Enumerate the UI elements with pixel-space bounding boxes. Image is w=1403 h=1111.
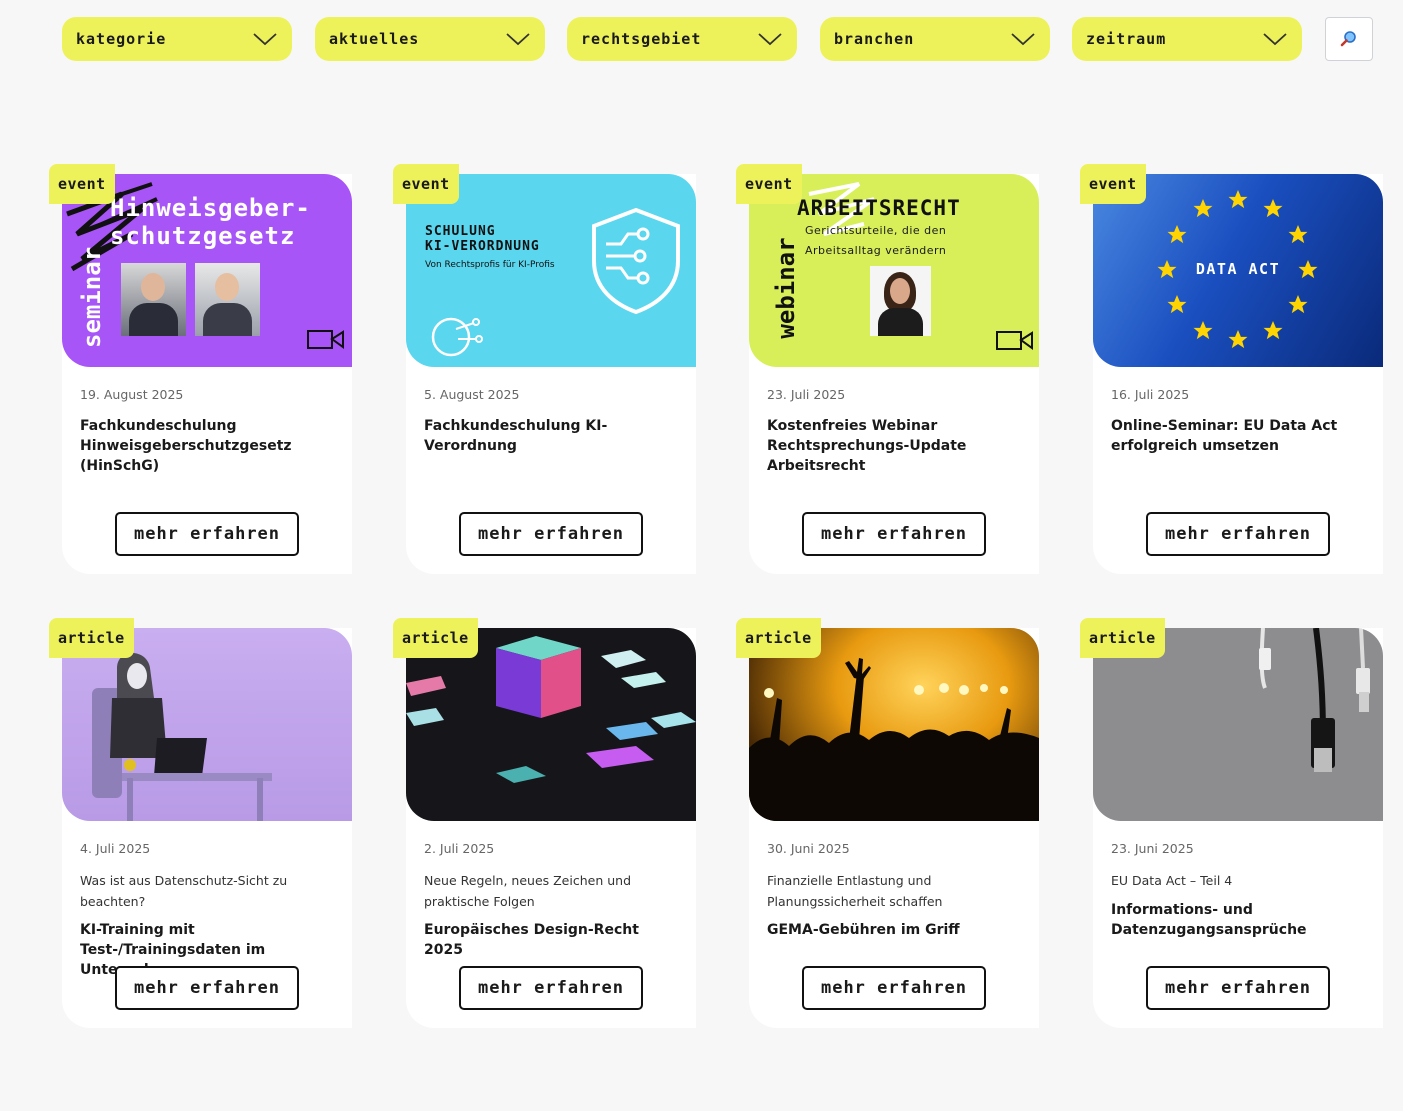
filter-zeitraum[interactable]: Zeitraum bbox=[1072, 17, 1302, 61]
card-date: 23. Juli 2025 bbox=[767, 387, 846, 402]
card-subtitle: Was ist aus Datenschutz-Sicht zu beachte… bbox=[80, 873, 288, 909]
more-button[interactable]: mehr erfahren bbox=[802, 512, 986, 556]
more-button[interactable]: mehr erfahren bbox=[459, 966, 643, 1010]
card-date: 5. August 2025 bbox=[424, 387, 520, 402]
article-card: article 23. Juni 2025 EU Data Act – Teil… bbox=[1080, 618, 1383, 1028]
chevron-down-icon bbox=[506, 33, 530, 46]
card-type-tag: event bbox=[736, 164, 802, 204]
event-card: event Schulung KI-Verordnung Von Rechtsp… bbox=[393, 164, 696, 574]
article-card: article 4. Juli 2025 Was ist aus Datensc… bbox=[49, 618, 352, 1028]
card-title: GEMA-Gebühren im Griff bbox=[767, 922, 960, 938]
card-title: Europäisches Design-Recht 2025 bbox=[424, 922, 639, 958]
card-date: 30. Juni 2025 bbox=[767, 841, 850, 856]
card-date: 4. Juli 2025 bbox=[80, 841, 151, 856]
filter-rechtsgebiet[interactable]: Rechtsgebiet bbox=[567, 17, 797, 61]
filter-bar: Kategorie Aktuelles Rechtsgebiet Branche… bbox=[62, 17, 1382, 63]
media-subline: Von Rechtsprofis für KI-Profis bbox=[425, 260, 555, 270]
speaker-photo bbox=[870, 266, 931, 336]
card-type-tag: article bbox=[49, 618, 134, 658]
filter-label: Aktuelles bbox=[329, 30, 420, 48]
card-type-tag: event bbox=[49, 164, 115, 204]
media-headline: Hinweisgeber- bbox=[110, 194, 311, 222]
chevron-down-icon bbox=[1263, 33, 1287, 46]
card-subtitle: Finanzielle Entlastung und Planungssiche… bbox=[767, 873, 943, 909]
filter-aktuelles[interactable]: Aktuelles bbox=[315, 17, 545, 61]
event-card: event Hinweisgeber- schutzgesetz seminar… bbox=[49, 164, 352, 574]
card-type-tag: event bbox=[393, 164, 459, 204]
event-card: event Data Act 16. Juli 2025 Online-Semi… bbox=[1080, 164, 1383, 574]
filter-label: Rechtsgebiet bbox=[581, 30, 702, 48]
video-camera-icon bbox=[996, 331, 1033, 350]
video-camera-icon bbox=[307, 330, 344, 349]
more-button[interactable]: mehr erfahren bbox=[115, 512, 299, 556]
filter-label: Branchen bbox=[834, 30, 915, 48]
media-headline: schutzgesetz bbox=[110, 222, 296, 250]
media-headline: Schulung bbox=[425, 224, 496, 239]
media-side-label: seminar bbox=[78, 246, 106, 348]
card-title: Kostenfreies Webinar Rechtsprechungs-Upd… bbox=[767, 418, 967, 474]
card-type-tag: article bbox=[736, 618, 821, 658]
shield-icon bbox=[592, 207, 680, 315]
more-button[interactable]: mehr erfahren bbox=[1146, 512, 1330, 556]
card-subtitle: Neue Regeln, neues Zeichen und praktisch… bbox=[424, 873, 632, 909]
more-button[interactable]: mehr erfahren bbox=[459, 512, 643, 556]
card-title: Informations- und Datenzugangsansprüche bbox=[1111, 902, 1307, 938]
speaker-photo bbox=[121, 263, 186, 336]
media-headline: Arbeitsrecht bbox=[797, 196, 961, 220]
speaker-photo bbox=[195, 263, 260, 336]
chevron-down-icon bbox=[253, 33, 277, 46]
media-subline: Gerichtsurteile, die den bbox=[805, 224, 947, 237]
event-card: event Arbeitsrecht Gerichtsurteile, die … bbox=[736, 164, 1039, 574]
article-card: article 30. Juni 2025 Finanzielle Entlas… bbox=[736, 618, 1039, 1028]
filter-kategorie[interactable]: Kategorie bbox=[62, 17, 292, 61]
article-card: article 2. Juli 2025 Neue Regeln, neues … bbox=[393, 618, 696, 1028]
more-button[interactable]: mehr erfahren bbox=[115, 966, 299, 1010]
more-button[interactable]: mehr erfahren bbox=[1146, 966, 1330, 1010]
card-date: 16. Juli 2025 bbox=[1111, 387, 1190, 402]
card-title: Fachkundeschulung KI-Verordnung bbox=[424, 418, 608, 454]
chevron-down-icon bbox=[758, 33, 782, 46]
media-side-label: webinar bbox=[772, 237, 800, 339]
more-button[interactable]: mehr erfahren bbox=[802, 966, 986, 1010]
card-date: 23. Juni 2025 bbox=[1111, 841, 1194, 856]
chevron-down-icon bbox=[1011, 33, 1035, 46]
card-date: 19. August 2025 bbox=[80, 387, 184, 402]
media-subline: Arbeitsalltag verändern bbox=[805, 244, 947, 257]
card-subtitle: EU Data Act – Teil 4 bbox=[1111, 873, 1233, 888]
card-title: Online-Seminar: EU Data Act erfolgreich … bbox=[1111, 418, 1338, 454]
filter-label: Zeitraum bbox=[1086, 30, 1167, 48]
search-button[interactable] bbox=[1325, 17, 1373, 61]
media-headline: KI-Verordnung bbox=[425, 239, 540, 254]
card-type-tag: article bbox=[393, 618, 478, 658]
card-type-tag: article bbox=[1080, 618, 1165, 658]
card-type-tag: event bbox=[1080, 164, 1146, 204]
filter-branchen[interactable]: Branchen bbox=[820, 17, 1050, 61]
media-headline: Data Act bbox=[1195, 260, 1281, 278]
robot-head-icon bbox=[431, 317, 483, 357]
filter-label: Kategorie bbox=[76, 30, 167, 48]
card-date: 2. Juli 2025 bbox=[424, 841, 495, 856]
card-title: Fachkundeschulung Hinweisgeberschutzgese… bbox=[80, 418, 292, 474]
search-icon bbox=[1340, 31, 1356, 47]
